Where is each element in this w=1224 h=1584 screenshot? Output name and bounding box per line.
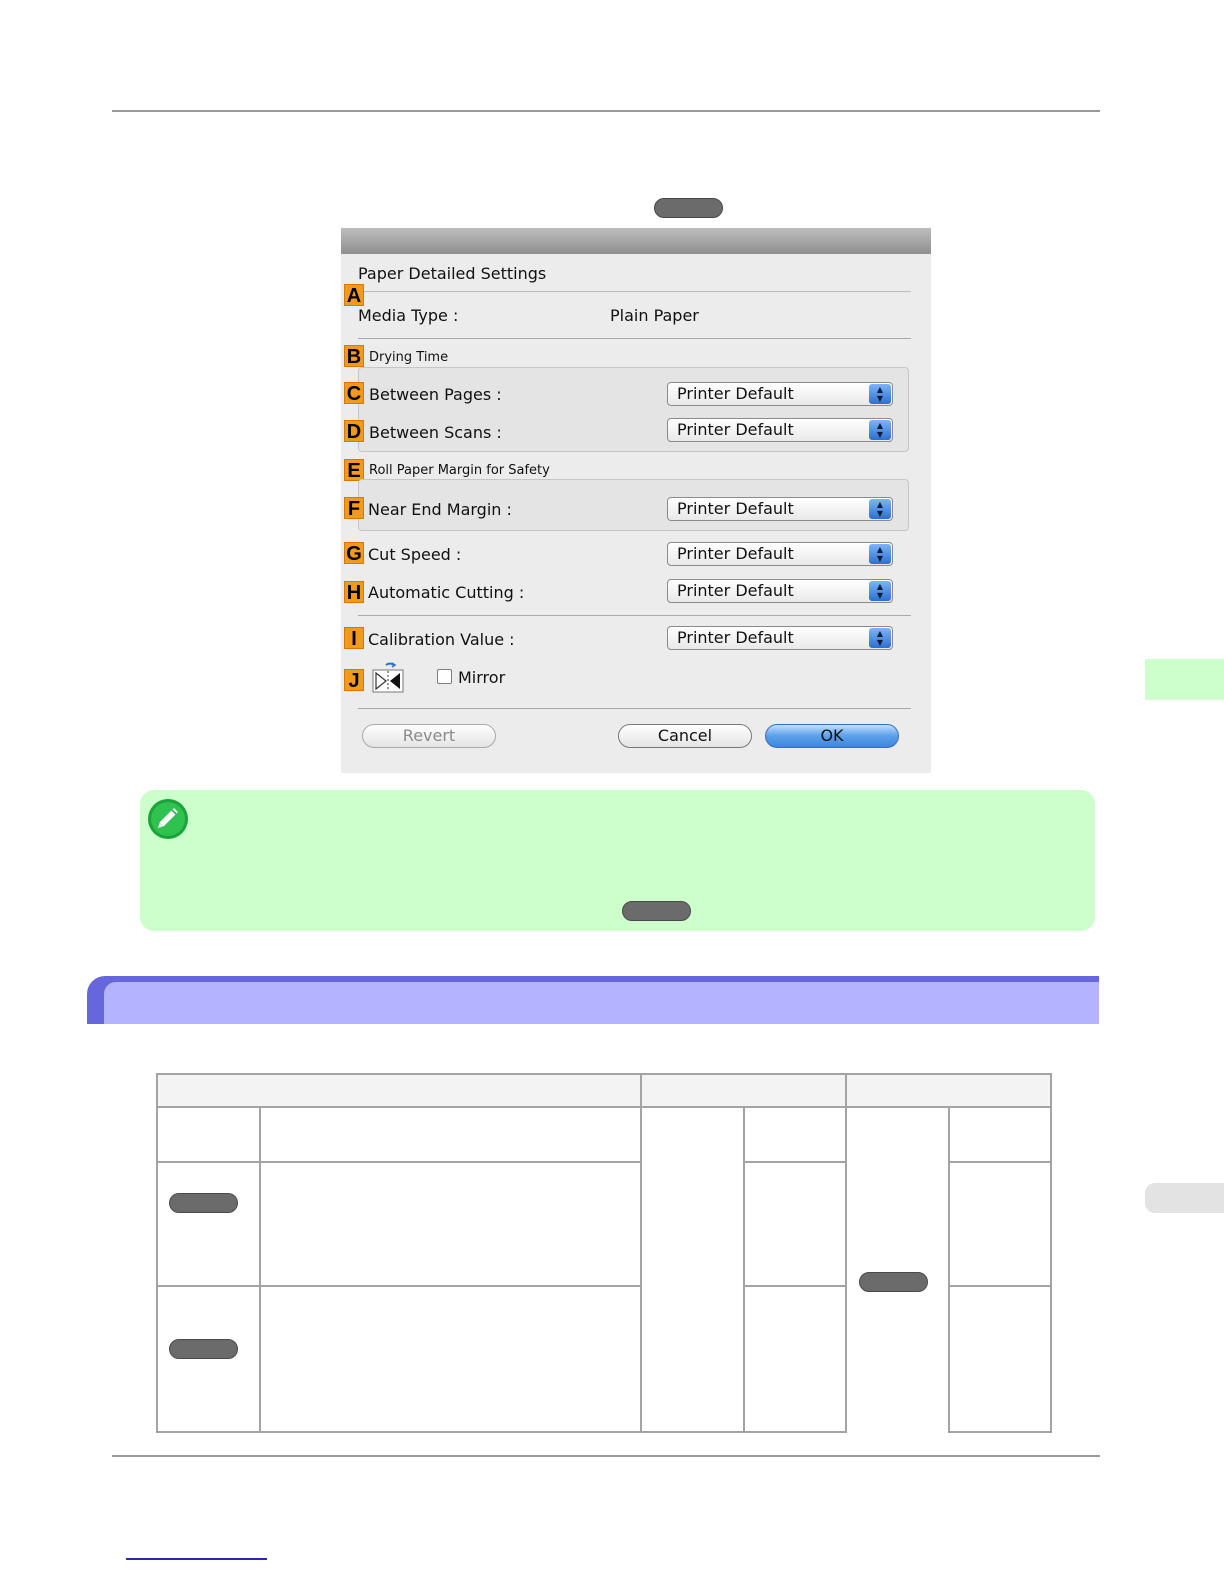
divider	[358, 708, 911, 709]
table-link-pill[interactable]	[169, 1193, 238, 1213]
cut-speed-popup[interactable]: Printer Default ▲ ▼	[667, 542, 893, 566]
drying-time-label: Drying Time	[369, 350, 449, 365]
between-pages-popup[interactable]: Printer Default ▲ ▼	[667, 382, 893, 406]
table-line	[156, 1073, 158, 1433]
bottom-rule	[112, 1455, 1100, 1457]
badge-i: I	[344, 627, 364, 650]
divider	[358, 615, 911, 616]
popup-value: Printer Default	[677, 499, 794, 518]
mirror-checkbox[interactable]	[437, 669, 452, 684]
near-end-margin-label: Near End Margin :	[368, 500, 512, 519]
cancel-button[interactable]: Cancel	[618, 724, 752, 748]
popup-value: Printer Default	[677, 628, 794, 647]
divider	[358, 291, 911, 293]
divider	[358, 338, 911, 339]
up-down-arrows-icon: ▲ ▼	[869, 544, 891, 564]
automatic-cutting-label: Automatic Cutting :	[368, 583, 525, 602]
badge-c: C	[344, 382, 364, 405]
automatic-cutting-popup[interactable]: Printer Default ▲ ▼	[667, 579, 893, 603]
index-side-tab[interactable]	[1145, 1183, 1224, 1213]
chapter-side-tab[interactable]	[1145, 659, 1224, 700]
table-line	[743, 1106, 745, 1433]
ok-button[interactable]: OK	[765, 724, 899, 748]
near-end-margin-popup[interactable]: Printer Default ▲ ▼	[667, 497, 893, 521]
section-header-inner	[104, 982, 1099, 1024]
table-line	[156, 1106, 1052, 1108]
table-line	[845, 1073, 847, 1433]
media-type-label: Media Type :	[358, 306, 459, 325]
up-down-arrows-icon: ▲ ▼	[869, 499, 891, 519]
revert-button[interactable]: Revert	[362, 724, 496, 748]
table-line	[949, 1161, 1052, 1163]
popup-value: Printer Default	[677, 544, 794, 563]
badge-a: A	[344, 284, 364, 307]
table-line	[948, 1106, 950, 1433]
note-box	[140, 790, 1095, 931]
table-line	[640, 1073, 642, 1433]
mirror-label: Mirror	[458, 668, 506, 687]
badge-g: G	[344, 542, 364, 565]
table-line	[949, 1285, 1052, 1287]
popup-value: Printer Default	[677, 420, 794, 439]
badge-d: D	[344, 420, 364, 443]
up-down-arrows-icon: ▲ ▼	[869, 384, 891, 404]
note-link-pill[interactable]	[622, 901, 691, 921]
badge-f: F	[344, 497, 364, 520]
table-line	[259, 1106, 261, 1433]
table-link-pill[interactable]	[169, 1339, 238, 1359]
between-pages-label: Between Pages :	[369, 385, 502, 404]
table-header-row	[156, 1074, 1052, 1107]
dialog-titlebar	[341, 228, 931, 254]
calibration-value-label: Calibration Value :	[368, 630, 515, 649]
between-scans-popup[interactable]: Printer Default ▲ ▼	[667, 418, 893, 442]
media-type-value: Plain Paper	[610, 306, 699, 325]
popup-value: Printer Default	[677, 384, 794, 403]
table-line	[1050, 1073, 1052, 1433]
up-down-arrows-icon: ▲ ▼	[869, 581, 891, 601]
mirror-flip-icon	[372, 661, 404, 693]
link-pill[interactable]	[654, 198, 723, 218]
badge-h: H	[344, 581, 364, 604]
badge-j: J	[344, 669, 364, 692]
roll-paper-margin-label: Roll Paper Margin for Safety	[369, 463, 550, 478]
table-line	[156, 1285, 642, 1287]
table-line	[744, 1285, 846, 1287]
table-line	[156, 1161, 642, 1163]
badge-b: B	[344, 345, 364, 368]
up-down-arrows-icon: ▲ ▼	[869, 628, 891, 648]
pencil-note-icon	[147, 798, 189, 840]
badge-e: E	[344, 459, 364, 482]
popup-value: Printer Default	[677, 581, 794, 600]
top-rule	[112, 110, 1100, 112]
table-line	[156, 1073, 1052, 1075]
up-down-arrows-icon: ▲ ▼	[869, 420, 891, 440]
calibration-value-popup[interactable]: Printer Default ▲ ▼	[667, 626, 893, 650]
cut-speed-label: Cut Speed :	[368, 545, 462, 564]
footer-link-underline[interactable]	[126, 1558, 267, 1560]
paper-detailed-settings-dialog: Paper Detailed Settings A Media Type : P…	[341, 228, 931, 773]
table-link-pill[interactable]	[859, 1272, 928, 1292]
table-line	[949, 1431, 1052, 1433]
dialog-section-title: Paper Detailed Settings	[358, 264, 547, 283]
table-line	[744, 1161, 846, 1163]
between-scans-label: Between Scans :	[369, 423, 502, 442]
